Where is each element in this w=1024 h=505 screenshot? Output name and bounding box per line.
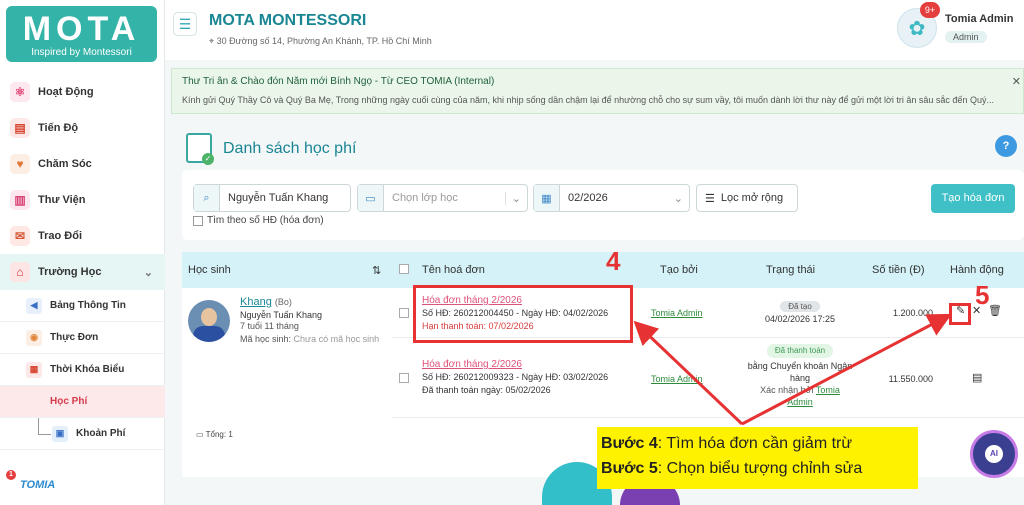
step-4-text: : Tìm hóa đơn cần giảm trừ — [657, 435, 853, 452]
arrow-to-invoice — [633, 320, 744, 426]
arrow-to-edit — [741, 313, 952, 426]
instruction-callout: Bước 4: Tìm hóa đơn cần giảm trừ Bước 5:… — [597, 427, 918, 489]
step-5-text: : Chọn biểu tượng chỉnh sửa — [657, 460, 863, 477]
step-4-label: Bước 4 — [601, 435, 658, 452]
step-5-label: Bước 5 — [601, 460, 658, 477]
ai-assistant-button[interactable]: AI — [970, 430, 1018, 478]
ai-icon: AI — [985, 445, 1003, 463]
